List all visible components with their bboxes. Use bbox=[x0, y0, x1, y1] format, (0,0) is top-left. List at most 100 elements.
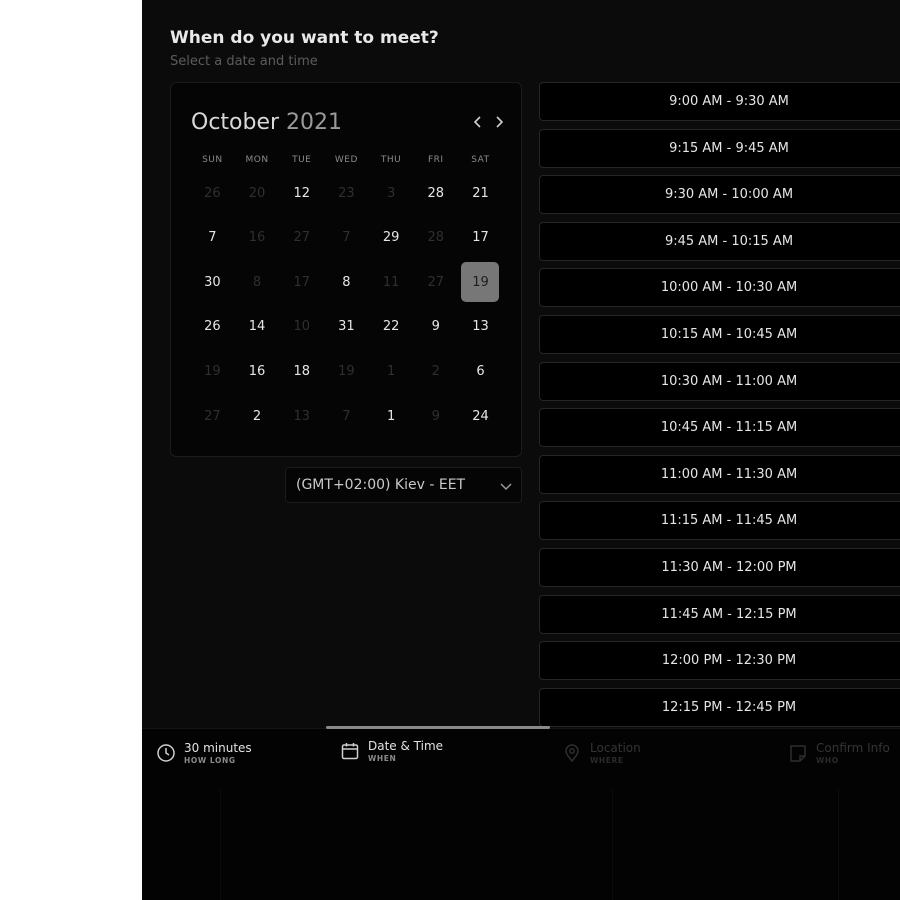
time-slot-button[interactable]: 11:45 AM - 12:15 PM bbox=[539, 594, 900, 634]
calendar-day-number: 10 bbox=[293, 319, 310, 335]
time-slot-button[interactable]: 11:30 AM - 12:00 PM bbox=[539, 547, 900, 587]
step-date-time[interactable]: Date & Time WHEN bbox=[340, 739, 443, 765]
divider bbox=[838, 789, 839, 900]
time-slot-button[interactable]: 11:00 AM - 11:30 AM bbox=[539, 454, 900, 494]
time-slot-label: 11:00 AM - 11:30 AM bbox=[660, 466, 798, 482]
weekday-label: FRI bbox=[427, 155, 444, 165]
calendar-day[interactable]: 18 bbox=[279, 351, 324, 391]
calendar-week-row: 7 16 27 7 29 28 17 bbox=[190, 218, 503, 258]
calendar-day: 9 bbox=[413, 396, 458, 436]
calendar-day-number: 21 bbox=[472, 185, 489, 201]
calendar-day-number: 18 bbox=[293, 363, 310, 379]
time-slot-button[interactable]: 10:15 AM - 10:45 AM bbox=[539, 314, 900, 354]
calendar-day-number: 31 bbox=[338, 319, 355, 335]
calendar-day: 20 bbox=[235, 173, 280, 213]
time-slot-button[interactable]: 11:15 AM - 11:45 AM bbox=[539, 501, 900, 541]
calendar-day[interactable]: 31 bbox=[324, 307, 369, 347]
step-duration[interactable]: 30 minutes HOW LONG bbox=[156, 741, 252, 767]
time-slot-button[interactable]: 9:15 AM - 9:45 AM bbox=[539, 128, 900, 168]
time-slot-label: 10:15 AM - 10:45 AM bbox=[660, 326, 798, 342]
calendar-day[interactable]: 1 bbox=[369, 396, 414, 436]
time-slot-button[interactable]: 10:45 AM - 11:15 AM bbox=[539, 408, 900, 448]
calendar-month: October bbox=[191, 110, 280, 135]
calendar-day[interactable]: 12 bbox=[279, 173, 324, 213]
calendar-day[interactable]: 13 bbox=[458, 307, 503, 347]
calendar-day-number: 6 bbox=[476, 363, 485, 379]
calendar-day-number: 13 bbox=[293, 408, 310, 424]
divider bbox=[612, 789, 613, 900]
calendar-day-number: 24 bbox=[472, 408, 489, 424]
timezone-select[interactable]: (GMT+02:00) Kiev - EET bbox=[285, 467, 522, 503]
calendar-day-number: 8 bbox=[342, 274, 351, 290]
time-slot-list: 9:00 AM - 9:30 AM 9:15 AM - 9:45 AM 9:30 A… bbox=[539, 82, 900, 734]
calendar-day-number: 19 bbox=[204, 363, 221, 379]
calendar-day: 13 bbox=[279, 396, 324, 436]
calendar-day-number: 2 bbox=[252, 408, 262, 424]
calendar-day-selected[interactable]: 19 bbox=[458, 262, 503, 303]
calendar-day[interactable]: 2 bbox=[235, 396, 280, 436]
calendar-day-number: 14 bbox=[248, 319, 266, 335]
calendar-day-number: 1 bbox=[386, 408, 396, 424]
calendar-week-row: 27 2 13 7 1 9 24 bbox=[190, 396, 503, 436]
time-slot-button[interactable]: 12:15 PM - 12:45 PM bbox=[539, 687, 900, 727]
calendar-day[interactable]: 22 bbox=[369, 307, 414, 347]
calendar-day-number: 26 bbox=[204, 185, 221, 201]
calendar-day: 27 bbox=[279, 218, 324, 258]
timezone-label: (GMT+02:00) Kiev - EET bbox=[296, 477, 466, 493]
calendar-day: 28 bbox=[413, 218, 458, 258]
step-confirm-info[interactable]: Confirm Info WHO bbox=[788, 741, 890, 767]
weekday-label: MON bbox=[245, 155, 269, 165]
calendar-month-title: October 2021 bbox=[191, 110, 342, 135]
weekday-label: WED bbox=[334, 155, 358, 165]
calendar: October 2021 SUN MON TUE WED THU FRI SAT 26 20 1… bbox=[170, 82, 522, 457]
calendar-day: 27 bbox=[190, 396, 235, 436]
calendar-day-number: 7 bbox=[208, 230, 217, 246]
calendar-day: 27 bbox=[413, 262, 458, 302]
calendar-day: 8 bbox=[235, 262, 280, 302]
calendar-day-number: 3 bbox=[386, 185, 396, 201]
page-subtitle: Select a date and time bbox=[170, 54, 318, 69]
calendar-day[interactable]: 7 bbox=[190, 218, 235, 258]
calendar-day: 7 bbox=[324, 218, 369, 258]
calendar-day[interactable]: 30 bbox=[190, 262, 235, 302]
calendar-day[interactable]: 14 bbox=[235, 307, 280, 347]
time-slot-label: 12:00 PM - 12:30 PM bbox=[661, 653, 797, 669]
time-slot-button[interactable]: 10:00 AM - 10:30 AM bbox=[539, 268, 900, 308]
calendar-day[interactable]: 28 bbox=[413, 173, 458, 213]
prev-month-button[interactable] bbox=[469, 113, 487, 131]
step-duration-label: 30 minutes bbox=[184, 741, 252, 755]
calendar-day[interactable]: 24 bbox=[458, 396, 503, 436]
time-slot-label: 9:15 AM - 9:45 AM bbox=[669, 140, 789, 156]
time-slot-label: 12:15 PM - 12:45 PM bbox=[661, 699, 797, 715]
calendar-day[interactable]: 16 bbox=[235, 351, 280, 391]
time-slot-button[interactable]: 9:45 AM - 10:15 AM bbox=[539, 221, 900, 261]
note-icon bbox=[790, 745, 806, 762]
time-slot-label: 10:00 AM - 10:30 AM bbox=[660, 280, 798, 296]
time-slot-button[interactable]: 9:00 AM - 9:30 AM bbox=[539, 82, 900, 121]
time-slot-button[interactable]: 10:30 AM - 11:00 AM bbox=[539, 361, 900, 401]
weekday-label: TUE bbox=[292, 155, 312, 165]
calendar-day[interactable]: 29 bbox=[369, 218, 414, 258]
weekday-label: THU bbox=[380, 155, 402, 165]
calendar-day[interactable]: 26 bbox=[190, 307, 235, 347]
calendar-day[interactable]: 21 bbox=[458, 173, 503, 213]
step-location-label: Location bbox=[590, 741, 641, 755]
calendar-day-number: 27 bbox=[427, 274, 445, 290]
calendar-day-number: 16 bbox=[248, 230, 266, 246]
time-slot-button[interactable]: 12:00 PM - 12:30 PM bbox=[539, 641, 900, 681]
step-location[interactable]: Location WHERE bbox=[562, 741, 641, 767]
calendar-day[interactable]: 9 bbox=[413, 307, 458, 347]
time-slot-button[interactable]: 9:30 AM - 10:00 AM bbox=[539, 175, 900, 215]
time-slot-label: 10:30 AM - 11:00 AM bbox=[660, 373, 798, 389]
calendar-day: 19 bbox=[190, 351, 235, 391]
calendar-day[interactable]: 6 bbox=[458, 351, 503, 391]
calendar-day-number: 19 bbox=[338, 363, 355, 379]
calendar-day[interactable]: 17 bbox=[458, 218, 503, 258]
step-bar: 30 minutes HOW LONG Date & Time WHEN Loc… bbox=[142, 726, 900, 900]
calendar-day-number: 9 bbox=[431, 319, 440, 335]
calendar-day-number: 19 bbox=[461, 262, 500, 303]
next-month-button[interactable] bbox=[490, 113, 508, 131]
calendar-day-number: 28 bbox=[427, 185, 445, 201]
calendar-day-number: 28 bbox=[427, 230, 445, 246]
calendar-day[interactable]: 8 bbox=[324, 262, 369, 302]
